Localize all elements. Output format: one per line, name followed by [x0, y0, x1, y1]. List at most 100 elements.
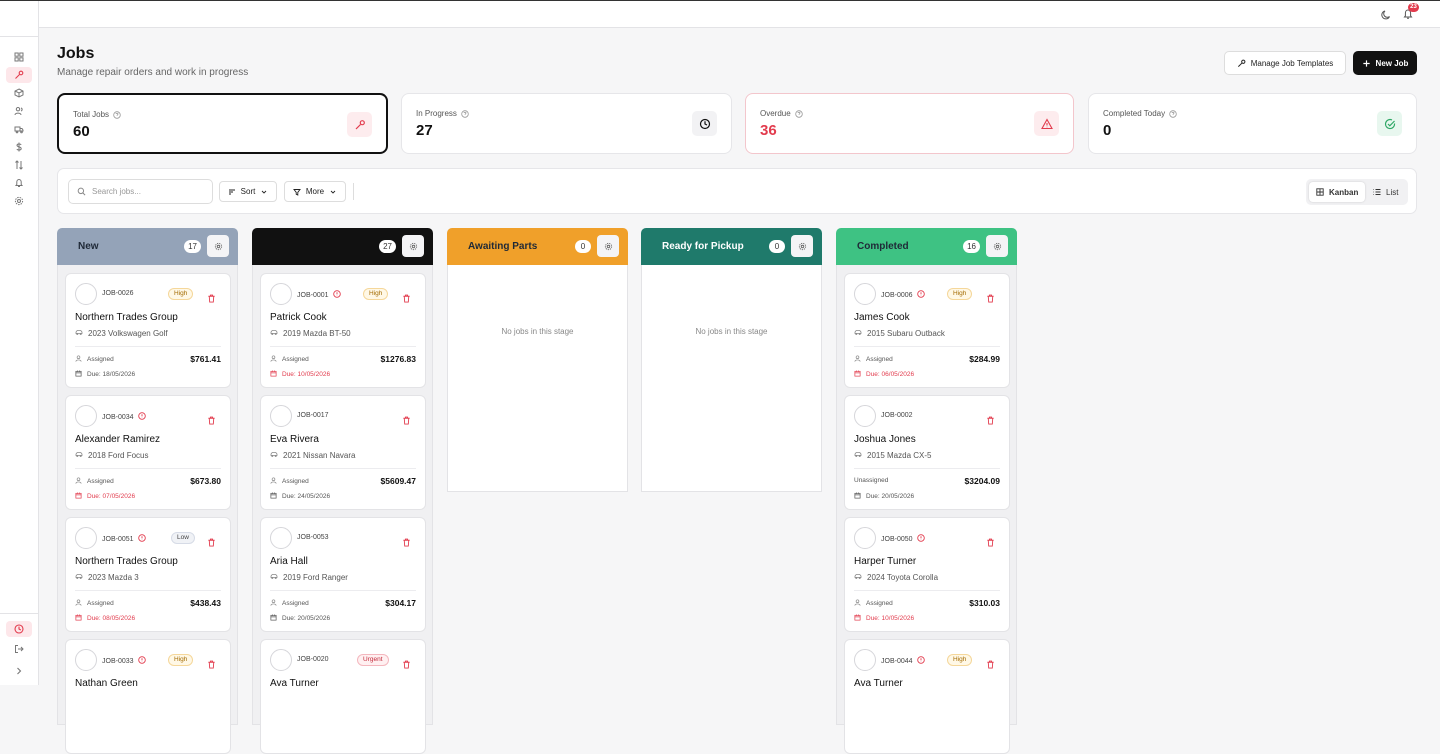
users-icon[interactable]: [6, 103, 32, 119]
job-id-text: JOB-0053: [297, 534, 329, 541]
job-price: $284.99: [969, 354, 1000, 364]
manage-job-templates-label: Manage Job Templates: [1251, 59, 1334, 68]
trash-icon[interactable]: [402, 290, 411, 299]
job-card[interactable]: JOB-0026HighNorthern Trades Group2023 Vo…: [65, 273, 231, 388]
search-input[interactable]: [92, 187, 202, 196]
vehicle-text: 2021 Nissan Navara: [283, 451, 355, 460]
job-card[interactable]: JOB-0033HighNathan Green: [65, 639, 231, 754]
job-card[interactable]: JOB-0002Joshua Jones2015 Mazda CX-5Unass…: [844, 395, 1010, 510]
column-header: 27: [252, 228, 433, 265]
car-icon: [75, 450, 83, 460]
job-card[interactable]: JOB-0017Eva Rivera2021 Nissan NavaraAssi…: [260, 395, 426, 510]
main-content: Jobs Manage repair orders and work in pr…: [39, 28, 1440, 685]
job-card[interactable]: JOB-0050Harper Turner2024 Toyota Corolla…: [844, 517, 1010, 632]
job-id: JOB-0033: [102, 656, 146, 666]
sort-button[interactable]: Sort: [219, 181, 277, 202]
chevron-down-icon: [329, 188, 337, 196]
vehicle: 2018 Ford Focus: [75, 450, 148, 460]
due-date-text: Due: 20/05/2026: [282, 615, 330, 622]
job-card[interactable]: JOB-0053Aria Hall2019 Ford RangerAssigne…: [260, 517, 426, 632]
new-job-button[interactable]: New Job: [1353, 51, 1417, 75]
trash-icon[interactable]: [986, 656, 995, 665]
column-settings-icon[interactable]: [207, 235, 229, 257]
search-box[interactable]: [68, 179, 213, 204]
assignment-text: Assigned: [282, 478, 309, 485]
job-id-text: JOB-0001: [297, 292, 329, 299]
job-card[interactable]: JOB-0001HighPatrick Cook2019 Mazda BT-50…: [260, 273, 426, 388]
job-price: $673.80: [190, 476, 221, 486]
trash-icon[interactable]: [986, 290, 995, 299]
stat-card-completed-today[interactable]: Completed Today 0: [1088, 93, 1417, 154]
vehicle-text: 2023 Volkswagen Golf: [88, 329, 168, 338]
column-settings-icon[interactable]: [402, 235, 424, 257]
column-count-badge: 27: [379, 240, 396, 253]
customer-name: Northern Trades Group: [75, 556, 178, 567]
trash-icon[interactable]: [986, 412, 995, 421]
column-header: New17: [57, 228, 238, 265]
due-date-text: Due: 08/05/2026: [87, 615, 135, 622]
column-settings-icon[interactable]: [791, 235, 813, 257]
package-icon[interactable]: [6, 85, 32, 101]
card-divider: [270, 346, 416, 347]
dollar-icon[interactable]: [6, 139, 32, 155]
settings-icon[interactable]: [6, 193, 32, 209]
calendar-icon: [75, 370, 82, 379]
car-icon: [854, 328, 862, 338]
alert-circle-icon: [138, 656, 146, 666]
user-icon: [75, 599, 82, 608]
empty-column-message: No jobs in this stage: [642, 327, 821, 336]
logout-icon[interactable]: [6, 641, 32, 657]
job-card[interactable]: JOB-0044HighAva Turner: [844, 639, 1010, 754]
truck-icon[interactable]: [6, 121, 32, 137]
vehicle: 2015 Subaru Outback: [854, 328, 945, 338]
chevron-right-icon[interactable]: [6, 663, 32, 679]
avatar: [270, 405, 292, 427]
notification-count-badge: 23: [1408, 3, 1419, 12]
sort-label: Sort: [241, 187, 256, 196]
job-id-text: JOB-0050: [881, 536, 913, 543]
kanban-view-button[interactable]: Kanban: [1309, 182, 1365, 202]
list-view-button[interactable]: List: [1366, 182, 1405, 202]
wrench-icon[interactable]: [6, 67, 32, 83]
trash-icon[interactable]: [402, 412, 411, 421]
trash-icon[interactable]: [207, 656, 216, 665]
kanban-icon: [1316, 188, 1324, 196]
stat-card-in-progress[interactable]: In Progress 27: [401, 93, 732, 154]
more-filters-button[interactable]: More: [284, 181, 346, 202]
bell-icon[interactable]: [6, 175, 32, 191]
column-count-badge: 16: [963, 240, 980, 253]
user-icon: [270, 477, 277, 486]
due-date: Due: 18/05/2026: [75, 370, 135, 379]
column-settings-icon[interactable]: [597, 235, 619, 257]
trash-icon[interactable]: [207, 534, 216, 543]
column-body: JOB-0026HighNorthern Trades Group2023 Vo…: [57, 265, 238, 725]
column-body: JOB-0006HighJames Cook2015 Subaru Outbac…: [836, 265, 1017, 725]
column-body: No jobs in this stage: [641, 265, 822, 492]
moon-icon[interactable]: [1380, 9, 1392, 21]
column-settings-icon[interactable]: [986, 235, 1008, 257]
dashboard-icon[interactable]: [6, 49, 32, 65]
trash-icon[interactable]: [402, 656, 411, 665]
job-card[interactable]: JOB-0006HighJames Cook2015 Subaru Outbac…: [844, 273, 1010, 388]
job-id-text: JOB-0026: [102, 290, 134, 297]
vehicle-text: 2023 Mazda 3: [88, 573, 139, 582]
trash-icon[interactable]: [986, 534, 995, 543]
job-card[interactable]: JOB-0051LowNorthern Trades Group2023 Maz…: [65, 517, 231, 632]
stat-card-total-jobs[interactable]: Total Jobs 60: [57, 93, 388, 154]
assignment-text: Assigned: [87, 356, 114, 363]
column-count-badge: 17: [184, 240, 201, 253]
clock-icon[interactable]: [6, 621, 32, 637]
trash-icon[interactable]: [402, 534, 411, 543]
manage-job-templates-button[interactable]: Manage Job Templates: [1224, 51, 1346, 75]
trash-icon[interactable]: [207, 412, 216, 421]
new-job-label: New Job: [1376, 59, 1409, 68]
transfer-icon[interactable]: [6, 157, 32, 173]
job-id-text: JOB-0006: [881, 292, 913, 299]
trash-icon[interactable]: [207, 290, 216, 299]
clock-icon: [692, 111, 717, 136]
stat-card-overdue[interactable]: Overdue 36: [745, 93, 1074, 154]
job-card[interactable]: JOB-0020UrgentAva Turner: [260, 639, 426, 754]
job-id-text: JOB-0017: [297, 412, 329, 419]
job-card[interactable]: JOB-0034Alexander Ramirez2018 Ford Focus…: [65, 395, 231, 510]
column-body: JOB-0001HighPatrick Cook2019 Mazda BT-50…: [252, 265, 433, 725]
